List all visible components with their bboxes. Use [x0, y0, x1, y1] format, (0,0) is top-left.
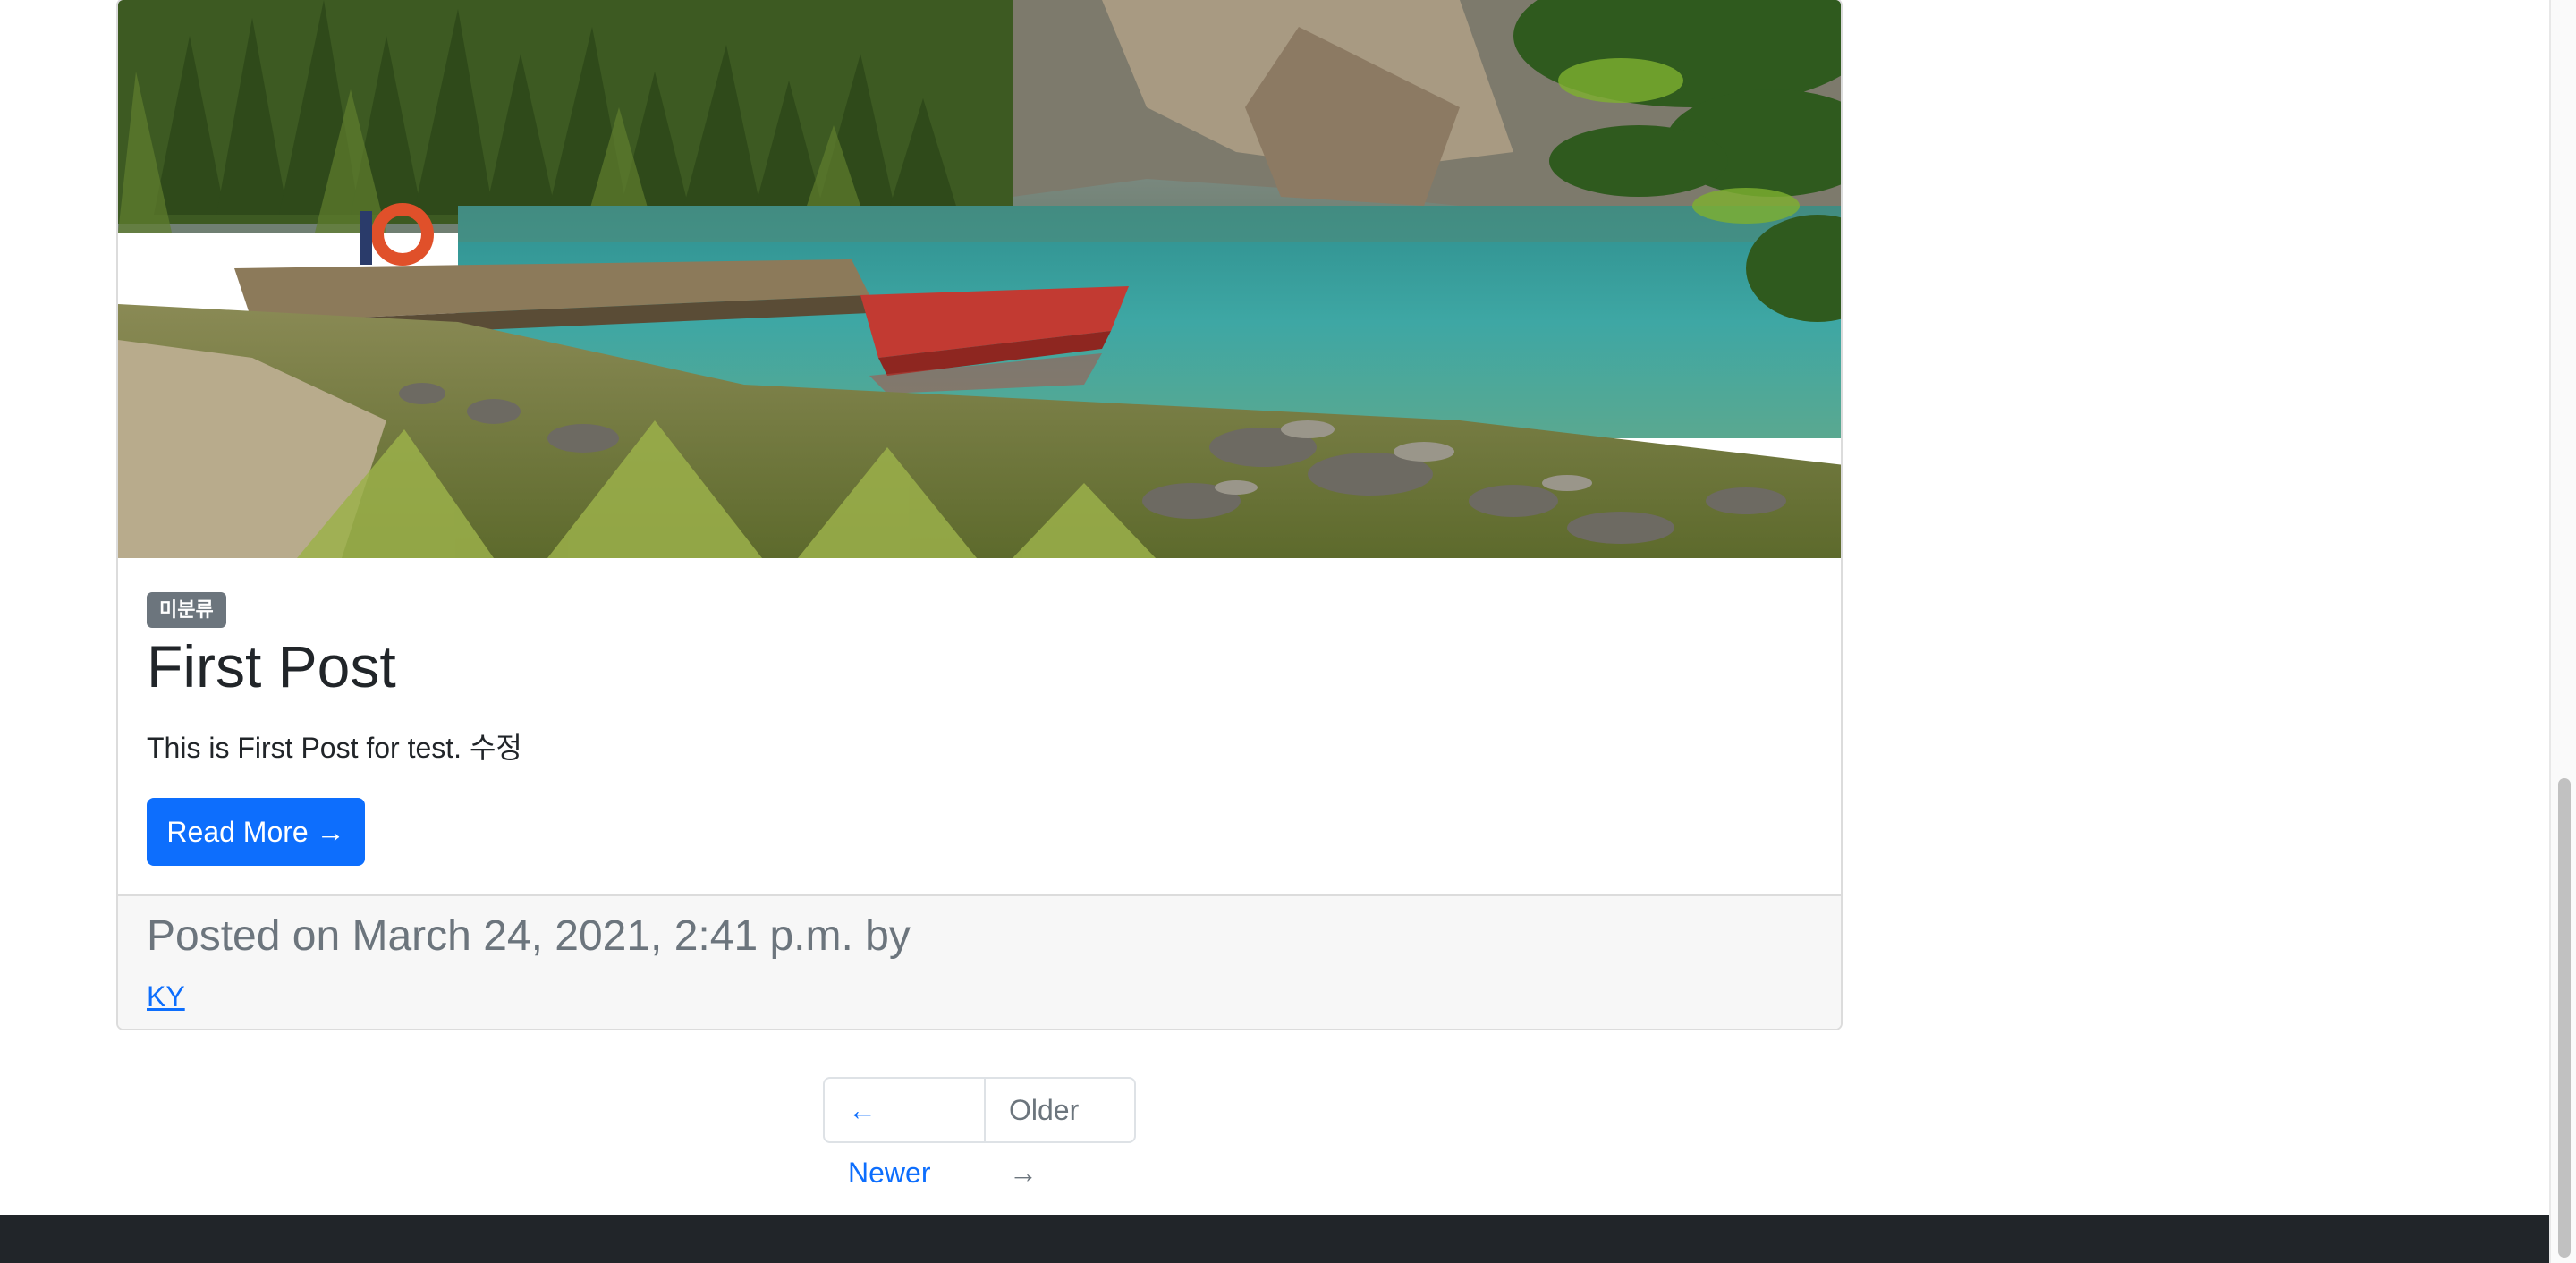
read-more-button[interactable]: Read More →	[147, 798, 365, 866]
vertical-scrollbar[interactable]	[2549, 0, 2576, 1263]
author-link[interactable]: KY	[147, 980, 185, 1013]
page: 미분류 First Post This is First Post for te…	[0, 0, 2576, 1263]
post-excerpt: This is First Post for test. 수정	[147, 732, 522, 764]
category-badge[interactable]: 미분류	[147, 592, 226, 628]
post-title: First Post	[147, 633, 396, 699]
site-footer	[0, 1215, 2549, 1263]
newer-page-button[interactable]: ← Newer	[823, 1077, 986, 1189]
post-card-body: 미분류 First Post This is First Post for te…	[118, 558, 1841, 894]
older-page-button[interactable]: Older →	[986, 1077, 1136, 1189]
post-image	[118, 0, 1841, 558]
post-card: 미분류 First Post This is First Post for te…	[116, 0, 1843, 1030]
scrollbar-thumb[interactable]	[2558, 778, 2571, 1258]
posted-on-text: Posted on March 24, 2021, 2:41 p.m. by	[147, 912, 911, 960]
post-card-footer: Posted on March 24, 2021, 2:41 p.m. by K…	[118, 894, 1841, 1029]
pagination: ← Newer Older →	[823, 1077, 1136, 1189]
